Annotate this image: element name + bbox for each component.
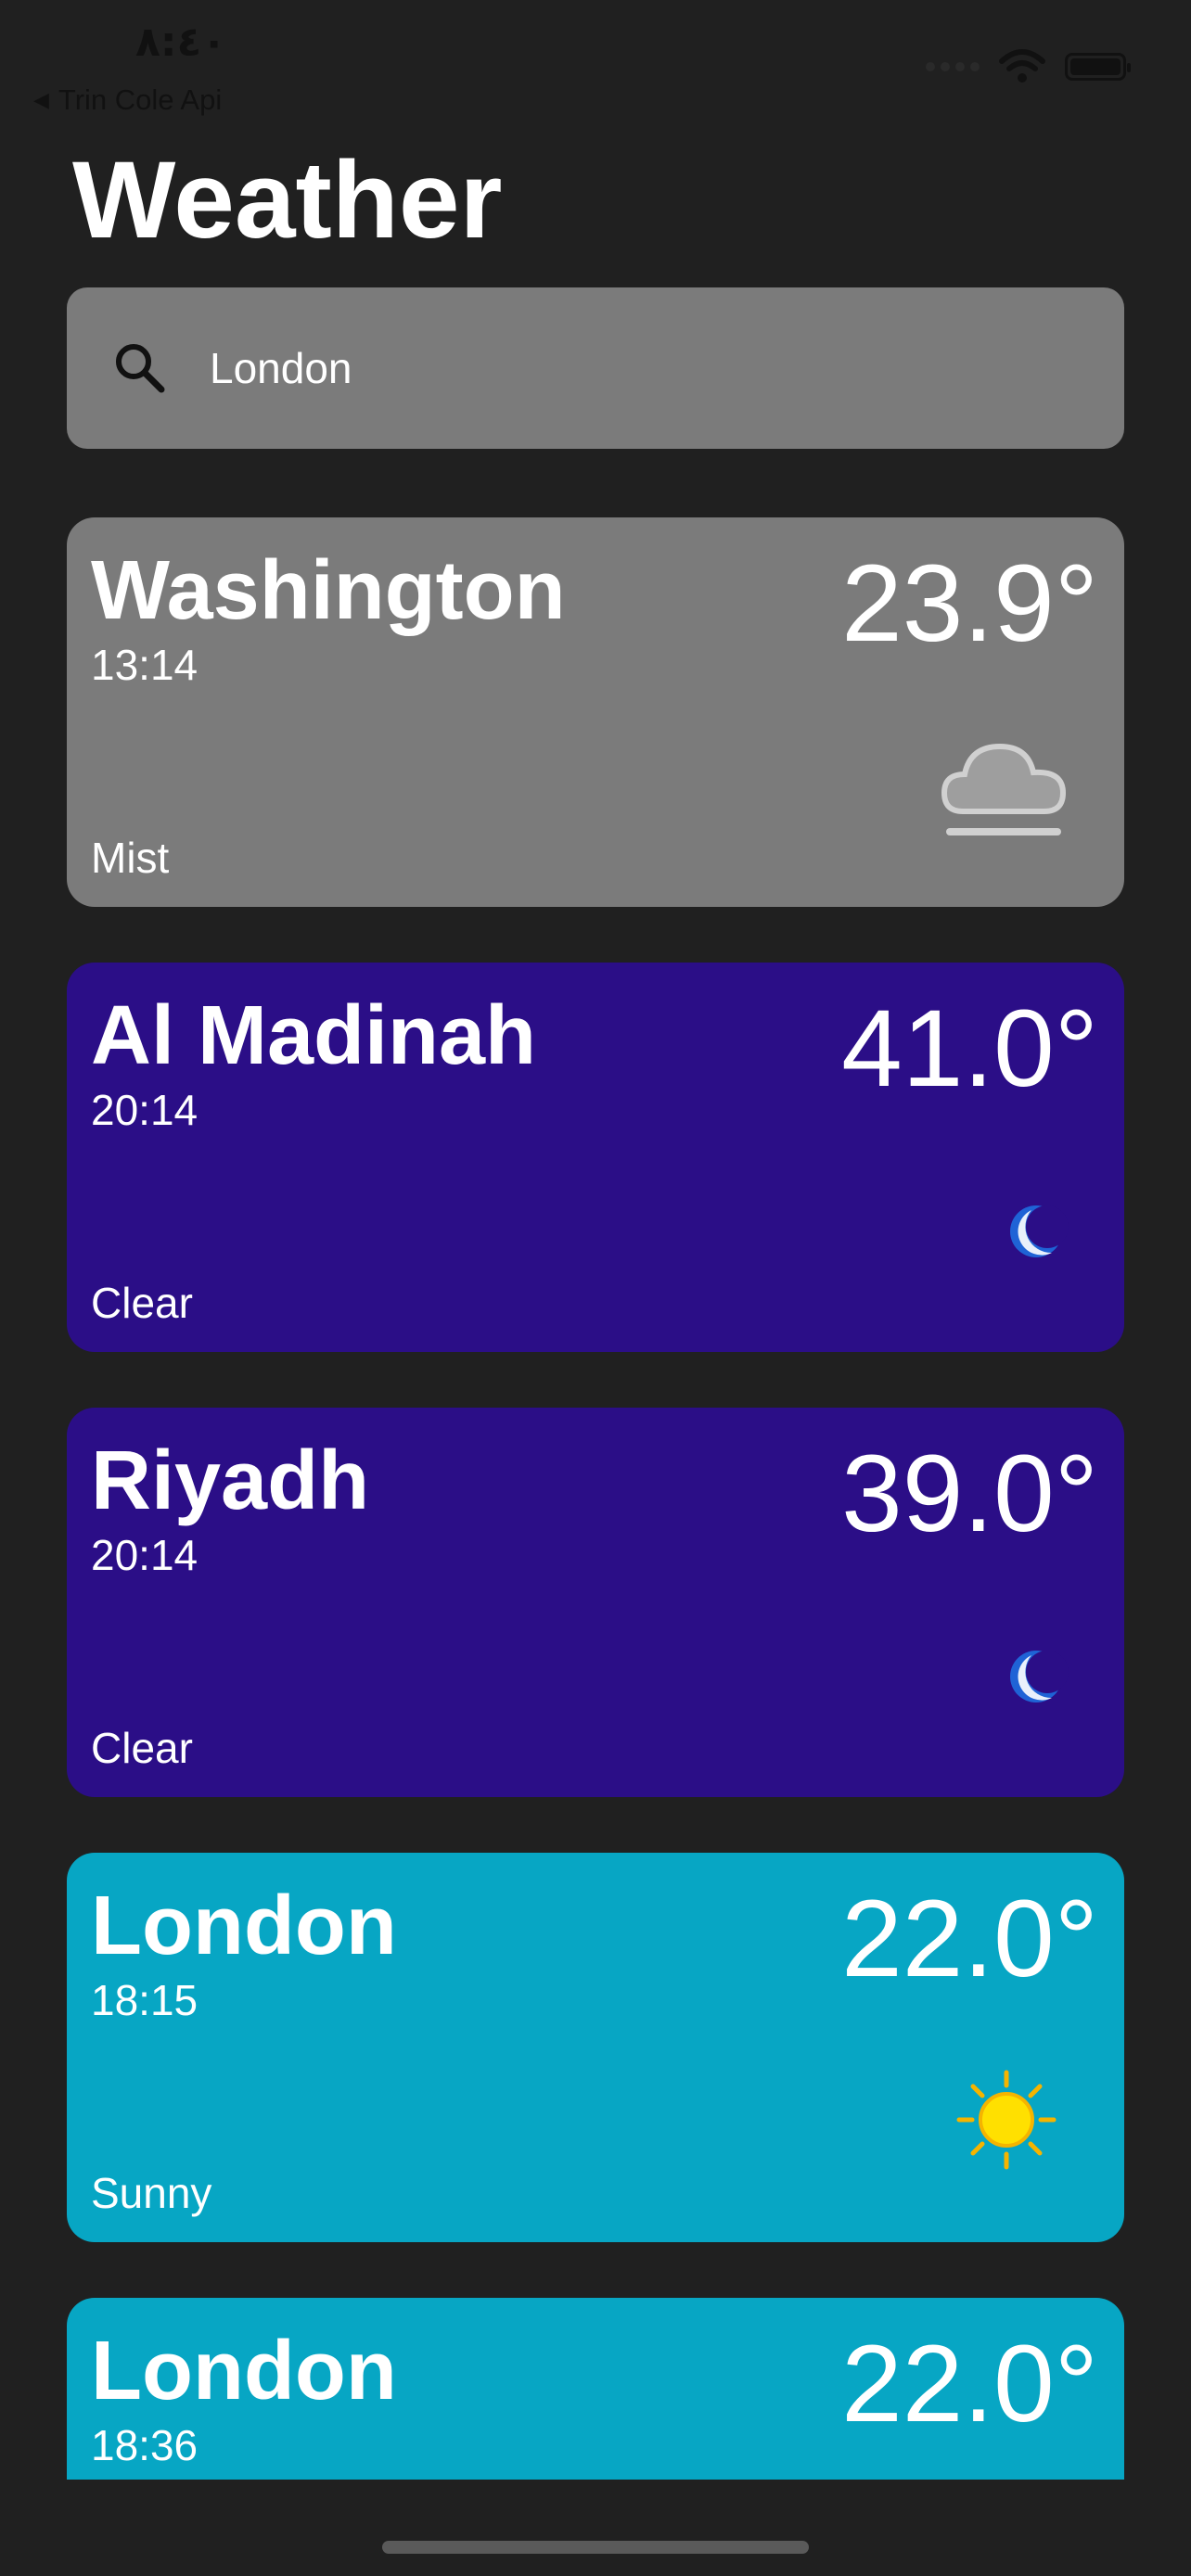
moon-icon bbox=[1004, 1644, 1069, 1714]
back-arrow-icon: ◀ bbox=[33, 88, 49, 111]
card-condition: Sunny bbox=[91, 2169, 212, 2217]
card-temperature: 39.0° bbox=[841, 1433, 1098, 1555]
search-input[interactable] bbox=[210, 343, 1044, 393]
card-local-time: 13:14 bbox=[91, 641, 198, 689]
search-icon bbox=[116, 344, 165, 393]
card-temperature: 22.0° bbox=[841, 2323, 1098, 2445]
mist-cloud-icon bbox=[935, 726, 1074, 861]
card-condition: Clear bbox=[91, 1279, 193, 1327]
weather-card[interactable]: Riyadh 20:14 39.0° Clear bbox=[67, 1408, 1124, 1797]
battery-icon bbox=[1065, 53, 1131, 81]
back-app-label: Trin Cole Api bbox=[58, 83, 223, 116]
back-to-app-link[interactable]: ◀ Trin Cole Api bbox=[33, 83, 222, 117]
weather-card[interactable]: London 18:15 22.0° Sunny bbox=[67, 1853, 1124, 2242]
card-local-time: 20:14 bbox=[91, 1086, 198, 1134]
search-bar[interactable] bbox=[67, 287, 1124, 449]
card-condition: Mist bbox=[91, 834, 170, 882]
weather-card-list[interactable]: Washington 13:14 23.9° Mist Al Madinah 20:14 4… bbox=[67, 517, 1124, 2480]
card-local-time: 20:14 bbox=[91, 1531, 198, 1579]
card-condition: Clear bbox=[91, 1724, 193, 1772]
weather-card[interactable]: Al Madinah 20:14 41.0° Clear bbox=[67, 963, 1124, 1352]
card-temperature: 23.9° bbox=[841, 542, 1098, 665]
moon-icon bbox=[1004, 1199, 1069, 1269]
status-bar: ٨:٤٠ ◀ Trin Cole Api bbox=[0, 0, 1191, 130]
card-city-name: Washington bbox=[91, 544, 566, 637]
status-time: ٨:٤٠ bbox=[135, 19, 227, 66]
card-temperature: 41.0° bbox=[841, 988, 1098, 1110]
card-local-time: 18:15 bbox=[91, 1976, 198, 2024]
status-indicators bbox=[926, 48, 1131, 85]
weather-card[interactable]: Washington 13:14 23.9° Mist bbox=[67, 517, 1124, 907]
card-city-name: London bbox=[91, 2325, 397, 2417]
wifi-icon bbox=[999, 49, 1045, 83]
weather-card[interactable]: London 18:36 22.0° bbox=[67, 2298, 1124, 2480]
page-title: Weather bbox=[72, 139, 503, 261]
card-city-name: Riyadh bbox=[91, 1435, 370, 1527]
card-local-time: 18:36 bbox=[91, 2421, 198, 2469]
card-city-name: Al Madinah bbox=[91, 989, 537, 1082]
cellular-signal-icon bbox=[926, 62, 980, 71]
home-indicator[interactable] bbox=[382, 2541, 809, 2554]
card-temperature: 22.0° bbox=[841, 1878, 1098, 2000]
sun-icon bbox=[955, 2069, 1057, 2175]
card-city-name: London bbox=[91, 1880, 397, 1972]
